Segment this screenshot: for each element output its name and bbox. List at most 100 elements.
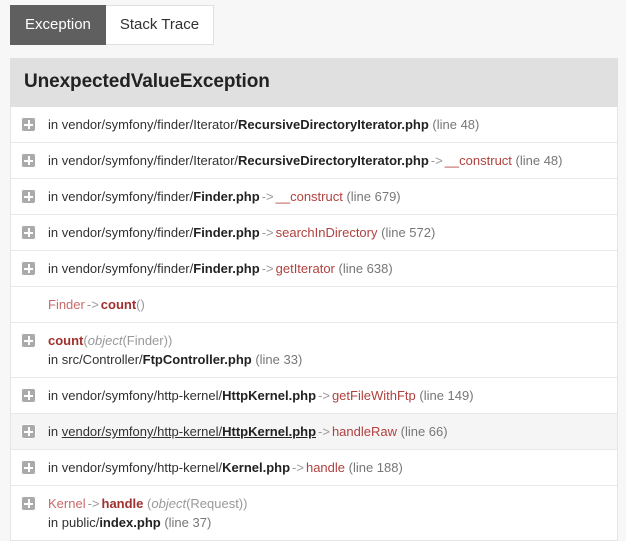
- tab-stack-trace[interactable]: Stack Trace: [104, 5, 215, 45]
- trace-token-file: HttpKernel.php: [222, 388, 317, 403]
- trace-token-dim: in: [48, 225, 62, 240]
- trace-row-body: in vendor/symfony/finder/Iterator/Recurs…: [48, 116, 607, 133]
- trace-line: in src/Controller/FtpController.php (lin…: [48, 351, 607, 368]
- trace-row-body: count(object(Finder)) in src/Controller/F…: [48, 332, 607, 368]
- trace-token-method-b: handle: [101, 496, 144, 511]
- trace-row-body: in vendor/symfony/finder/Iterator/Recurs…: [48, 152, 607, 169]
- trace-token-line: (line 679): [342, 189, 401, 204]
- trace-token-arrow: ->: [261, 225, 274, 240]
- trace-row-body: in vendor/symfony/http-kernel/Kernel.php…: [48, 459, 607, 476]
- trace-token-arrow: ->: [261, 261, 274, 276]
- trace-token-method-b: count: [48, 333, 84, 348]
- trace-token-path: public/: [61, 515, 100, 530]
- toggle-spacer: [21, 297, 36, 312]
- plus-square-icon[interactable]: [21, 117, 36, 132]
- trace-token-method: __construct: [275, 189, 343, 204]
- trace-token-path: vendor/symfony/http-kernel/: [61, 460, 223, 475]
- trace-token-dim: in: [48, 189, 62, 204]
- plus-square-icon[interactable]: [21, 153, 36, 168]
- trace-row-body: in vendor/symfony/finder/Finder.php -> sea…: [48, 224, 607, 241]
- trace-row[interactable]: in vendor/symfony/http-kernel/HttpKernel…: [11, 414, 617, 450]
- trace-token-line: (line 66): [397, 424, 448, 439]
- trace-row[interactable]: in vendor/symfony/http-kernel/Kernel.php…: [11, 450, 617, 486]
- trace-row[interactable]: Finder -> count(): [11, 287, 617, 323]
- trace-row[interactable]: in vendor/symfony/finder/Iterator/Recurs…: [11, 143, 617, 179]
- trace-token-arrow: ->: [87, 496, 100, 511]
- trace-token-objarg: (Request)): [186, 496, 248, 511]
- trace-row[interactable]: in vendor/symfony/http-kernel/HttpKernel…: [11, 378, 617, 414]
- trace-token-method: getFileWithFtp: [331, 388, 416, 403]
- plus-square-icon[interactable]: [21, 388, 36, 403]
- plus-square-icon[interactable]: [21, 496, 36, 511]
- trace-token-file: HttpKernel.php: [222, 424, 317, 439]
- stack-trace-list: in vendor/symfony/finder/Iterator/Recurs…: [10, 107, 618, 541]
- trace-row[interactable]: Kernel -> handle (object(Request)) in publi…: [11, 486, 617, 540]
- trace-token-line: (line 37): [160, 515, 212, 530]
- trace-token-line: (line 188): [345, 460, 403, 475]
- tab-exception[interactable]: Exception: [10, 5, 106, 45]
- trace-token-dim: in: [48, 352, 62, 367]
- trace-row-body: in vendor/symfony/http-kernel/HttpKernel…: [48, 423, 607, 440]
- plus-square-icon[interactable]: [21, 460, 36, 475]
- trace-token-method: __construct: [444, 153, 512, 168]
- trace-token-file: FtpController.php: [142, 352, 252, 367]
- plus-square-icon[interactable]: [21, 424, 36, 439]
- trace-line: in vendor/symfony/finder/Iterator/Recurs…: [48, 116, 607, 133]
- trace-line: in vendor/symfony/finder/Finder.php -> __c…: [48, 188, 607, 205]
- trace-token-file: Finder.php: [193, 225, 260, 240]
- trace-token-arrow: ->: [292, 460, 304, 475]
- trace-token-file: RecursiveDirectoryIterator.php: [238, 153, 429, 168]
- trace-token-path: src/Controller/: [61, 352, 143, 367]
- plus-square-icon[interactable]: [21, 261, 36, 276]
- trace-token-paren: (): [136, 297, 145, 312]
- trace-row-body: in vendor/symfony/finder/Finder.php -> __c…: [48, 188, 607, 205]
- trace-token-arrow: ->: [86, 297, 99, 312]
- trace-row[interactable]: in vendor/symfony/finder/Finder.php -> sea…: [11, 215, 617, 251]
- trace-token-obj: object: [151, 496, 187, 511]
- trace-token-path: vendor/symfony/finder/Iterator/: [61, 153, 239, 168]
- trace-token-arrow: ->: [261, 189, 274, 204]
- trace-line: Finder -> count(): [48, 296, 607, 313]
- trace-token-class: Finder: [48, 297, 85, 312]
- trace-line: Kernel -> handle (object(Request)): [48, 495, 607, 512]
- trace-token-method: handle: [305, 460, 346, 475]
- trace-row-body: in vendor/symfony/finder/Finder.php -> get…: [48, 260, 607, 277]
- trace-token-path: vendor/symfony/http-kernel/: [61, 388, 223, 403]
- trace-token-line: (line 572): [377, 225, 436, 240]
- trace-token-path: vendor/symfony/finder/: [61, 189, 194, 204]
- trace-token-file: index.php: [99, 515, 161, 530]
- trace-token-file: Finder.php: [193, 189, 260, 204]
- trace-token-objarg: (Finder)): [122, 333, 173, 348]
- trace-line: in vendor/symfony/finder/Finder.php -> sea…: [48, 224, 607, 241]
- trace-token-dim: in: [48, 153, 62, 168]
- trace-token-arrow: ->: [318, 388, 330, 403]
- plus-square-icon[interactable]: [21, 225, 36, 240]
- trace-token-dim: in: [48, 117, 62, 132]
- trace-token-arrow: ->: [430, 153, 443, 168]
- trace-token-dim: in: [48, 460, 62, 475]
- trace-row-body: Kernel -> handle (object(Request)) in publi…: [48, 495, 607, 531]
- trace-token-dim: in: [48, 388, 62, 403]
- trace-row[interactable]: in vendor/symfony/finder/Iterator/Recurs…: [11, 107, 617, 143]
- trace-token-path: vendor/symfony/http-kernel/: [61, 424, 223, 439]
- trace-row[interactable]: in vendor/symfony/finder/Finder.php -> __c…: [11, 179, 617, 215]
- trace-token-method: handleRaw: [331, 424, 397, 439]
- trace-row[interactable]: in vendor/symfony/finder/Finder.php -> get…: [11, 251, 617, 287]
- trace-token-line: (line 33): [251, 352, 303, 367]
- plus-square-icon[interactable]: [21, 189, 36, 204]
- trace-line: in vendor/symfony/http-kernel/HttpKernel…: [48, 387, 607, 404]
- trace-token-path: vendor/symfony/finder/: [61, 225, 194, 240]
- trace-token-file: Finder.php: [193, 261, 260, 276]
- trace-token-line: (line 149): [415, 388, 474, 403]
- trace-token-method-b: count: [100, 297, 137, 312]
- trace-token-class: Kernel: [48, 496, 86, 511]
- trace-row[interactable]: count(object(Finder)) in src/Controller/F…: [11, 323, 617, 378]
- trace-token-method: getIterator: [275, 261, 335, 276]
- trace-line: in vendor/symfony/finder/Iterator/Recurs…: [48, 152, 607, 169]
- trace-token-arrow: ->: [318, 424, 330, 439]
- trace-token-line: (line 638): [334, 261, 393, 276]
- trace-line: in vendor/symfony/finder/Finder.php -> get…: [48, 260, 607, 277]
- trace-token-dim: in: [48, 261, 62, 276]
- trace-token-line: (line 48): [428, 117, 480, 132]
- plus-square-icon[interactable]: [21, 333, 36, 348]
